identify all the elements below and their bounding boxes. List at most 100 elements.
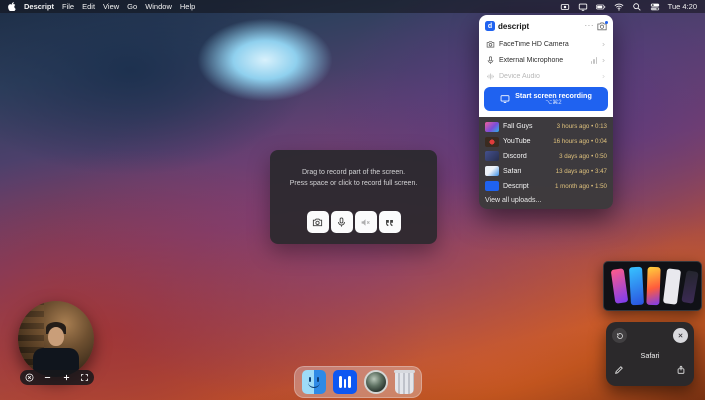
apple-menu-icon[interactable]	[8, 2, 16, 11]
device-audio-toggle-button[interactable]	[355, 211, 377, 233]
recording-name: Discord	[503, 153, 555, 160]
menu-bar-clock[interactable]: Tue 4:20	[668, 2, 697, 11]
control-center-icon[interactable]	[650, 2, 660, 12]
start-screen-recording-button[interactable]: Start screen recording ⌥⌘2	[484, 87, 608, 111]
recording-share-card: Safari	[606, 322, 694, 386]
close-webcam-button[interactable]	[25, 373, 34, 382]
overlay-line2: Press space or click to record full scre…	[290, 178, 418, 189]
recording-thumbnail	[485, 151, 499, 161]
recent-recordings-list: Fall Guys 3 hours ago • 0:13 YouTube 16 …	[479, 117, 613, 210]
camera-device-label: FaceTime HD Camera	[499, 41, 597, 48]
recorder-brand: descript	[498, 22, 529, 31]
trash-lid	[394, 370, 415, 373]
microphone-device-row[interactable]: External Microphone	[484, 52, 608, 68]
overlay-line1: Drag to record part of the screen.	[290, 167, 418, 178]
zoom-out-button[interactable]	[43, 373, 52, 382]
menu-bar-left: Descript File Edit View Go Window Help	[8, 2, 195, 11]
menu-item-help[interactable]: Help	[180, 2, 195, 11]
display-record-icon	[500, 94, 510, 104]
chevron-right-icon	[601, 41, 606, 48]
recording-row[interactable]: YouTube 16 hours ago • 0:04	[479, 134, 613, 149]
menu-item-descript[interactable]: Descript	[24, 2, 54, 11]
screen-record-status-icon[interactable]	[560, 2, 570, 12]
device-audio-row[interactable]: Device Audio	[484, 68, 608, 84]
recording-row[interactable]: Discord 3 days ago • 0:50	[479, 149, 613, 164]
recording-thumbnail	[485, 181, 499, 191]
microphone-icon	[486, 56, 495, 65]
recording-thumbnail	[485, 166, 499, 176]
edit-icon[interactable]	[614, 362, 624, 380]
recording-meta: 3 days ago • 0:50	[559, 153, 607, 160]
recorder-devices-section: d descript ··· FaceTime HD Camera Extern…	[479, 15, 613, 117]
dock-camera-app-icon[interactable]	[364, 370, 388, 394]
close-icon[interactable]	[673, 328, 688, 343]
menu-item-file[interactable]: File	[62, 2, 74, 11]
recording-row[interactable]: Safari 13 days ago • 3:47	[479, 164, 613, 179]
thumbnail-art	[611, 268, 629, 303]
microphone-toggle-button[interactable]	[331, 211, 353, 233]
screen-record-overlay[interactable]: Drag to record part of the screen. Press…	[270, 150, 437, 244]
display-status-icon[interactable]	[578, 2, 588, 12]
camera-icon	[486, 40, 495, 49]
dock-trash-icon[interactable]	[395, 372, 414, 394]
battery-icon[interactable]	[596, 2, 606, 12]
chevron-right-icon	[601, 73, 606, 80]
screenshot-thumbnail[interactable]	[603, 261, 702, 311]
share-icon[interactable]	[676, 362, 686, 380]
zoom-in-button[interactable]	[62, 373, 71, 382]
recorder-header: d descript ···	[484, 20, 608, 36]
transcription-toggle-button[interactable]	[379, 211, 401, 233]
recording-name: Safari	[503, 168, 552, 175]
start-button-text: Start screen recording ⌥⌘2	[515, 91, 592, 108]
camera-device-row[interactable]: FaceTime HD Camera	[484, 36, 608, 52]
webcam-controls	[20, 370, 94, 385]
thumbnail-art	[646, 267, 660, 305]
recording-meta: 3 hours ago • 0:13	[557, 123, 607, 130]
recording-meta: 16 hours ago • 0:04	[553, 138, 607, 145]
view-all-uploads-link[interactable]: View all uploads...	[479, 193, 613, 207]
menu-item-go[interactable]: Go	[127, 2, 137, 11]
more-menu-button[interactable]: ···	[585, 24, 595, 28]
menu-item-window[interactable]: Window	[145, 2, 172, 11]
descript-logo-bar	[348, 376, 351, 388]
recording-thumbnail	[485, 122, 499, 132]
search-icon[interactable]	[632, 2, 642, 12]
start-recording-label: Start screen recording	[515, 91, 592, 100]
webcam-active-dot	[605, 21, 608, 24]
recording-row[interactable]: Fall Guys 3 hours ago • 0:13	[479, 120, 613, 135]
finder-smile	[308, 380, 320, 388]
start-recording-shortcut: ⌥⌘2	[545, 100, 561, 108]
menu-bar-status-area: Tue 4:20	[560, 2, 697, 12]
recording-name: Fall Guys	[503, 123, 553, 130]
overlay-instructions: Drag to record part of the screen. Press…	[290, 167, 418, 189]
recording-meta: 13 days ago • 3:47	[556, 168, 607, 175]
thumbnail-art	[681, 270, 698, 304]
microphone-device-label: External Microphone	[499, 57, 587, 64]
recording-name: YouTube	[503, 138, 549, 145]
chevron-right-icon	[601, 57, 606, 64]
recording-thumbnail	[485, 137, 499, 147]
menu-bar: Descript File Edit View Go Window Help	[0, 0, 705, 13]
menu-item-edit[interactable]: Edit	[82, 2, 95, 11]
person-face	[48, 327, 64, 346]
dock-finder-icon[interactable]	[302, 370, 326, 394]
descript-recorder-panel: d descript ··· FaceTime HD Camera Extern…	[479, 15, 613, 209]
webcam-preview[interactable]	[18, 301, 94, 377]
menu-item-view[interactable]: View	[103, 2, 119, 11]
retry-upload-icon[interactable]	[612, 328, 627, 343]
dock	[294, 366, 422, 398]
descript-logo-bar	[344, 379, 347, 388]
wifi-icon[interactable]	[614, 2, 624, 12]
webcam-toggle-icon[interactable]	[597, 22, 607, 31]
descript-logo: d	[485, 21, 495, 31]
recording-name: Descript	[503, 183, 551, 190]
thumbnail-art	[629, 267, 644, 306]
dock-descript-icon[interactable]	[333, 370, 357, 394]
overlay-toolbar	[307, 211, 401, 233]
device-audio-label: Device Audio	[499, 73, 597, 80]
desktop: Descript File Edit View Go Window Help	[0, 0, 705, 400]
waveform-icon	[486, 72, 495, 81]
camera-toggle-button[interactable]	[307, 211, 329, 233]
expand-webcam-button[interactable]	[80, 373, 89, 382]
recording-row[interactable]: Descript 1 month ago • 1:50	[479, 179, 613, 194]
